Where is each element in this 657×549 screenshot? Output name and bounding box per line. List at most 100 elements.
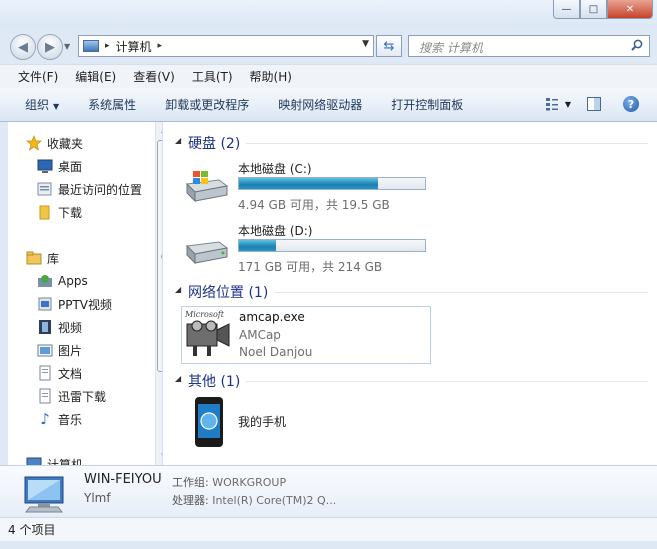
drive-space-info: 171 GB 可用，共 214 GB [238, 260, 383, 274]
network-item-amcap[interactable]: Microsoft amcap.exe AMCap Noel Danjou [181, 306, 431, 364]
nav-label: 迅雷下载 [58, 389, 107, 404]
maximize-button[interactable]: □ [580, 0, 607, 19]
collapse-group-icon[interactable]: ◢ [175, 374, 181, 383]
document-icon [37, 388, 53, 404]
collapse-group-icon[interactable]: ◢ [175, 136, 181, 145]
other-item-my-phone[interactable]: 我的手机 [188, 394, 328, 450]
phone-icon [195, 397, 223, 447]
minimize-button[interactable]: — [553, 0, 580, 19]
organize-button[interactable]: 组织 ▼ [25, 96, 59, 113]
folder-icon [37, 204, 53, 220]
address-dropdown-icon[interactable]: ▼ [362, 39, 369, 49]
network-item-description: AMCap [239, 328, 281, 342]
nav-label: 库 [47, 251, 60, 266]
refresh-icon[interactable]: ⇆ [376, 35, 402, 57]
document-icon [37, 365, 53, 381]
hard-drive-icon [185, 171, 229, 203]
window-controls: — □ ✕ [553, 0, 653, 19]
menu-tools[interactable]: 工具(T) [192, 68, 233, 85]
search-input[interactable]: 搜索 计算机 [408, 35, 650, 57]
uninstall-program-button[interactable]: 卸载或更改程序 [165, 96, 249, 113]
recent-pages-dropdown[interactable]: ▼ [64, 42, 70, 51]
scroll-down-icon[interactable]: ▼ [156, 448, 162, 464]
nav-recent-places[interactable]: 最近访问的位置 [37, 179, 142, 199]
drive-usage-fill [239, 178, 378, 189]
view-options-chevron-icon[interactable]: ▼ [565, 100, 571, 109]
computer-icon [26, 456, 42, 465]
music-note-icon: ♪ [40, 410, 50, 428]
star-icon [26, 135, 42, 151]
nav-computer[interactable]: 计算机 [26, 454, 83, 465]
processor-field: 处理器: Intel(R) Core(TM)2 Q... [172, 492, 336, 508]
collapse-group-icon[interactable]: ◢ [175, 285, 181, 294]
breadcrumb-separator[interactable]: ▸ [105, 41, 110, 51]
apps-library-icon [37, 273, 53, 289]
breadcrumb-separator[interactable]: ▸ [158, 41, 163, 51]
film-icon [37, 319, 53, 335]
nav-desktop[interactable]: 桌面 [37, 156, 82, 176]
help-icon[interactable]: ? [623, 96, 639, 112]
window-border [0, 541, 657, 549]
nav-music[interactable]: ♪ 音乐 [37, 409, 82, 429]
status-bar: 4 个项目 [0, 517, 657, 541]
menu-edit[interactable]: 编辑(E) [75, 68, 116, 85]
forward-button[interactable]: ▶ [37, 34, 63, 60]
nav-videos[interactable]: 视频 [37, 317, 82, 337]
computer-name: WIN-FEIYOU [84, 472, 162, 487]
picture-icon [37, 342, 53, 358]
nav-label: 最近访问的位置 [58, 182, 143, 197]
processor-value: Intel(R) Core(TM)2 Q... [212, 494, 337, 507]
group-header-other[interactable]: 其他 (1) [188, 371, 648, 391]
nav-scrollbar[interactable]: ▲ ≡ ▼ [155, 122, 162, 465]
computer-icon [24, 476, 64, 513]
nav-label: 计算机 [47, 457, 84, 466]
breadcrumb-computer[interactable]: 计算机 [116, 38, 152, 55]
menu-help[interactable]: 帮助(H) [250, 68, 292, 85]
hard-drive-icon [185, 241, 229, 265]
nav-apps[interactable]: Apps [37, 271, 88, 291]
group-divider [246, 142, 648, 144]
address-bar[interactable]: ▸ 计算机 ▸ ▼ [78, 35, 374, 57]
nav-downloads[interactable]: 下载 [37, 202, 82, 222]
open-control-panel-button[interactable]: 打开控制面板 [391, 96, 463, 113]
drive-name: 本地磁盘 (C:) [238, 162, 312, 176]
nav-pictures[interactable]: 图片 [37, 340, 82, 360]
change-view-icon[interactable] [545, 97, 559, 111]
drive-space-info: 4.94 GB 可用，共 19.5 GB [238, 198, 390, 212]
nav-label: 收藏夹 [47, 136, 84, 151]
computer-description: Ylmf [84, 491, 111, 505]
drive-c[interactable]: 本地磁盘 (C:) 4.94 GB 可用，共 19.5 GB [183, 160, 443, 212]
back-button[interactable]: ◀ [10, 34, 36, 60]
group-title: 网络位置 (1) [188, 285, 269, 301]
group-header-network[interactable]: 网络位置 (1) [188, 282, 648, 302]
close-button[interactable]: ✕ [607, 0, 653, 19]
drive-name: 本地磁盘 (D:) [238, 224, 313, 238]
nav-documents[interactable]: 文档 [37, 363, 82, 383]
nav-pptv[interactable]: PPTV视频 [37, 294, 112, 314]
group-header-hard-disks[interactable]: 硬盘 (2) [188, 133, 648, 153]
nav-favorites[interactable]: 收藏夹 [26, 133, 83, 153]
workgroup-field: 工作组: WORKGROUP [172, 474, 286, 490]
nav-libraries[interactable]: 库 [26, 248, 59, 268]
computer-icon [83, 40, 99, 52]
search-icon[interactable] [631, 39, 643, 51]
scroll-up-icon[interactable]: ▲ [156, 122, 162, 138]
nav-thunder-downloads[interactable]: 迅雷下载 [37, 386, 106, 406]
menu-view[interactable]: 查看(V) [133, 68, 175, 85]
menu-bar: 文件(F) 编辑(E) 查看(V) 工具(T) 帮助(H) [0, 64, 657, 88]
nav-label: Apps [58, 274, 88, 288]
nav-label: 文档 [58, 366, 83, 381]
drive-d[interactable]: 本地磁盘 (D:) 171 GB 可用，共 214 GB [183, 222, 443, 274]
library-icon [26, 250, 42, 266]
title-bar: — □ ✕ [0, 0, 657, 28]
system-properties-button[interactable]: 系统属性 [88, 96, 136, 113]
nav-label: 图片 [58, 343, 83, 358]
preview-pane-icon[interactable] [587, 97, 601, 111]
content-area: ◢ 硬盘 (2) 本地磁盘 (C:) 4.94 GB 可用，共 19.5 GB … [163, 122, 657, 465]
nav-label: 视频 [58, 320, 83, 335]
nav-label: PPTV视频 [58, 297, 113, 312]
menu-file[interactable]: 文件(F) [18, 68, 58, 85]
drive-usage-bar [238, 177, 426, 190]
map-network-drive-button[interactable]: 映射网络驱动器 [278, 96, 362, 113]
pptv-library-icon [37, 296, 53, 312]
